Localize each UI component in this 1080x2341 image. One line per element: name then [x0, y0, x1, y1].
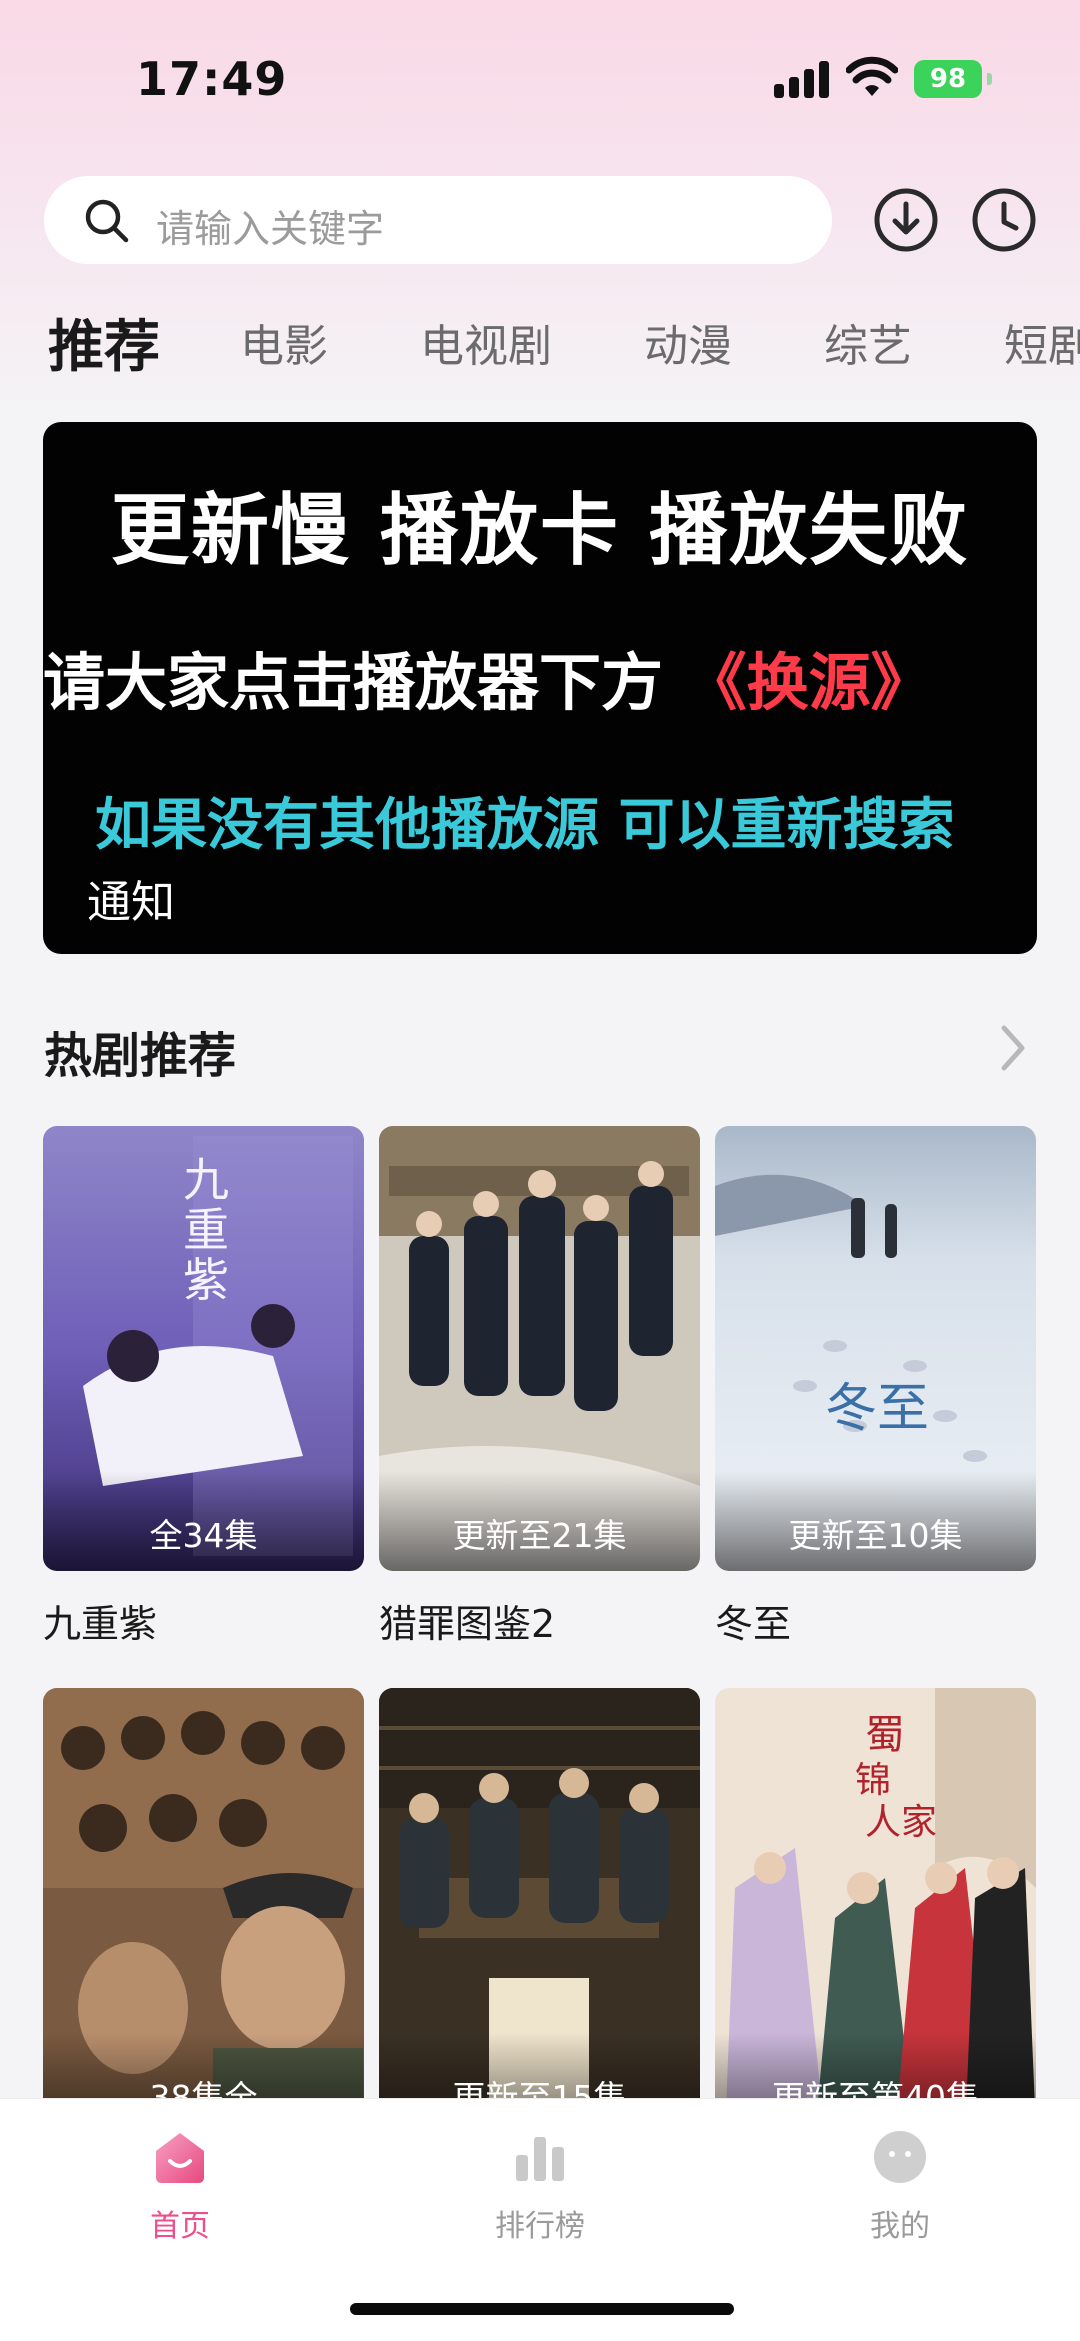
ranking-icon [516, 2137, 564, 2181]
drama-title: 猎罪图鉴2 [379, 1602, 556, 1646]
banner-label: 通知 [87, 877, 175, 928]
svg-text:紫: 紫 [183, 1253, 229, 1307]
nav-profile-label: 我的 [870, 2209, 930, 2244]
drama-poster: 38集全 [43, 1688, 364, 2133]
chevron-right-icon[interactable] [992, 1020, 1036, 1076]
drama-poster: 更新至21集 [379, 1126, 700, 1571]
banner-switch-source: 《换源》 [684, 646, 933, 719]
drama-card[interactable]: 更新至21集 猎罪图鉴2 [379, 1126, 700, 1648]
tab-variety[interactable]: 综艺 [824, 310, 912, 374]
episode-badge: 更新至21集 [379, 1471, 700, 1571]
nav-home[interactable]: 首页 [80, 2127, 280, 2245]
battery-icon: 98 [914, 60, 992, 98]
banner-hint: 如果没有其他播放源 可以重新搜索 [95, 793, 955, 858]
category-tabs: 推荐 电影 电视剧 动漫 综艺 短剧 [0, 300, 1080, 380]
battery-level: 98 [914, 60, 982, 98]
drama-card[interactable]: 更新至15集 [379, 1688, 700, 2133]
drama-poster: 蜀 锦 人家 更新至第40集 [715, 1688, 1036, 2133]
svg-text:人家: 人家 [865, 1802, 937, 1843]
section-title: 热剧推荐 [44, 1028, 237, 1084]
banner-headline: 更新慢 播放卡 播放失败 [110, 486, 970, 576]
search-icon [85, 199, 129, 243]
profile-icon [874, 2131, 926, 2183]
signal-icon [774, 60, 830, 98]
tab-movies[interactable]: 电影 [240, 310, 328, 374]
drama-card[interactable]: 九 重 紫 全34集 九重紫 [43, 1126, 364, 1648]
status-time: 17:49 [136, 52, 288, 106]
banner-instruction: 请大家点击播放器下方 《换源》 [43, 632, 933, 722]
episode-badge: 全34集 [43, 1471, 364, 1571]
drama-title: 冬至 [715, 1602, 792, 1646]
drama-poster: 更新至15集 [379, 1688, 700, 2133]
episode-badge: 更新至10集 [715, 1471, 1036, 1571]
svg-text:重: 重 [183, 1203, 229, 1257]
drama-card[interactable]: 冬至 更新至10集 冬至 [715, 1126, 1036, 1648]
nav-ranking[interactable]: 排行榜 [440, 2127, 640, 2245]
nav-home-label: 首页 [150, 2209, 210, 2244]
drama-poster: 冬至 更新至10集 [715, 1126, 1036, 1571]
drama-card[interactable]: 蜀 锦 人家 更新至第40集 [715, 1688, 1036, 2133]
drama-title: 九重紫 [43, 1602, 158, 1646]
notice-banner[interactable]: 更新慢 播放卡 播放失败 请大家点击播放器下方 《换源》 如果没有其他播放源 可… [43, 422, 1037, 954]
home-icon [156, 2133, 204, 2183]
tab-short-drama[interactable]: 短剧 [1004, 310, 1080, 374]
home-indicator [350, 2303, 734, 2315]
nav-profile[interactable]: 我的 [800, 2127, 1000, 2245]
tab-recommend[interactable]: 推荐 [48, 302, 160, 380]
svg-text:九: 九 [183, 1153, 229, 1207]
drama-card[interactable]: 38集全 [43, 1688, 364, 2133]
history-icon[interactable] [970, 186, 1038, 254]
status-bar: 17:49 98 [0, 0, 1080, 150]
svg-text:冬至: 冬至 [825, 1379, 929, 1439]
nav-ranking-label: 排行榜 [495, 2209, 585, 2244]
tab-anime[interactable]: 动漫 [644, 310, 732, 374]
download-icon[interactable] [872, 186, 940, 254]
wifi-icon [846, 56, 898, 96]
svg-text:锦: 锦 [855, 1760, 891, 1801]
banner-instruction-text: 请大家点击播放器下方 [43, 646, 685, 719]
svg-text:蜀: 蜀 [865, 1712, 905, 1758]
search-input[interactable]: 请输入关键字 [44, 176, 832, 264]
tab-tv-series[interactable]: 电视剧 [420, 310, 552, 374]
drama-poster: 九 重 紫 全34集 [43, 1126, 364, 1571]
search-placeholder: 请输入关键字 [156, 207, 385, 251]
